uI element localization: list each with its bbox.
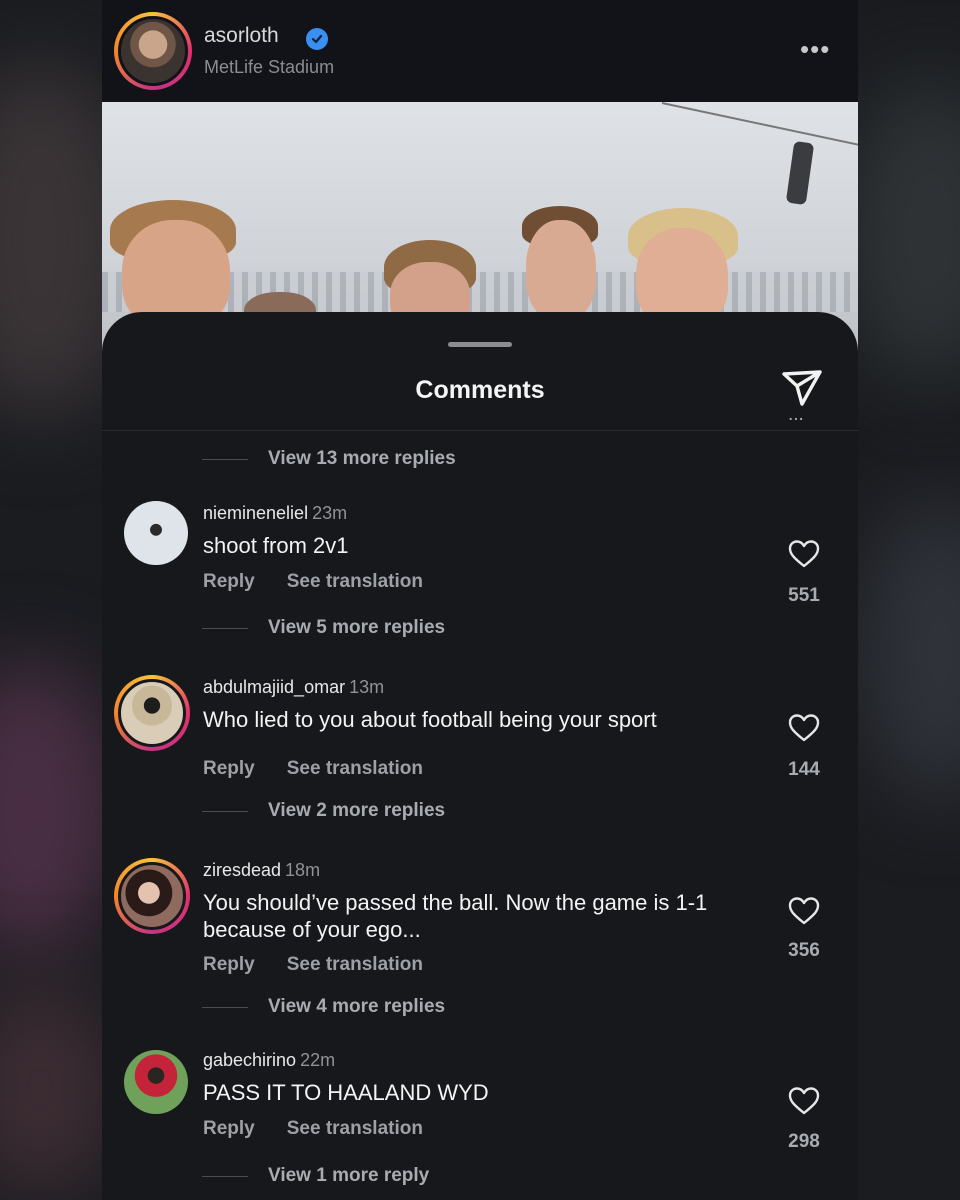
like-count: 356 [788,940,820,961]
see-translation-button[interactable]: See translation [287,571,423,593]
sheet-drag-handle[interactable] [448,342,512,347]
reply-button[interactable]: Reply [203,571,255,593]
comment-text: Who lied to you about football being you… [203,707,657,732]
commenter-username[interactable]: ziresdead [203,860,281,880]
commenter-avatar[interactable] [114,858,190,934]
heart-icon[interactable] [788,896,820,926]
comment-text: You should’ve passed the ball. Now the g… [203,890,708,942]
commenter-avatar[interactable] [124,501,188,565]
like-count: 551 [788,585,820,606]
reply-button[interactable]: Reply [203,758,255,780]
like-count: 298 [788,1131,820,1152]
post-location[interactable]: MetLife Stadium [204,57,334,78]
comment-time: 23m [312,503,348,523]
share-send-icon[interactable] [778,364,826,412]
post-username[interactable]: asorloth [204,24,279,48]
comment-text: shoot from 2v1 [203,533,349,558]
heart-icon[interactable] [788,539,820,569]
commenter-avatar[interactable] [114,675,190,751]
see-translation-button[interactable]: See translation [287,758,423,780]
comment-time: 18m [285,860,321,880]
commenter-avatar[interactable] [124,1050,188,1114]
heart-icon[interactable] [788,1086,820,1116]
commenter-username[interactable]: niemineneliel [203,503,308,523]
sheet-divider [102,430,858,431]
view-more-replies-link[interactable]: View 2 more replies [202,800,445,822]
see-translation-button[interactable]: See translation [287,1118,423,1140]
commenter-username[interactable]: gabechirino [203,1050,296,1070]
see-translation-button[interactable]: See translation [287,954,423,976]
like-count: 144 [788,759,820,780]
more-options-icon[interactable]: ••• [800,36,830,62]
view-more-replies-link[interactable]: View 13 more replies [202,448,456,470]
commenter-username[interactable]: abdulmajiid_omar [203,677,345,697]
reply-button[interactable]: Reply [203,954,255,976]
comment-time: 22m [300,1050,336,1070]
post-header: asorloth MetLife Stadium ••• [102,0,858,102]
view-more-replies-link[interactable]: View 4 more replies [202,996,445,1018]
reply-button[interactable]: Reply [203,1118,255,1140]
post-author-avatar[interactable] [114,12,192,90]
phone-screen: asorloth MetLife Stadium ••• Comments ..… [102,0,858,1200]
view-more-replies-link[interactable]: View 5 more replies [202,617,445,639]
verified-badge-icon [306,28,328,50]
clipped-like-count: ... [788,416,820,424]
view-more-replies-link[interactable]: View 1 more reply [202,1165,429,1187]
spidercam-image [785,140,815,206]
comment-text: PASS IT TO HAALAND WYD [203,1080,489,1105]
comment-time: 13m [349,677,385,697]
heart-icon[interactable] [788,713,820,743]
sheet-title: Comments [415,376,545,404]
